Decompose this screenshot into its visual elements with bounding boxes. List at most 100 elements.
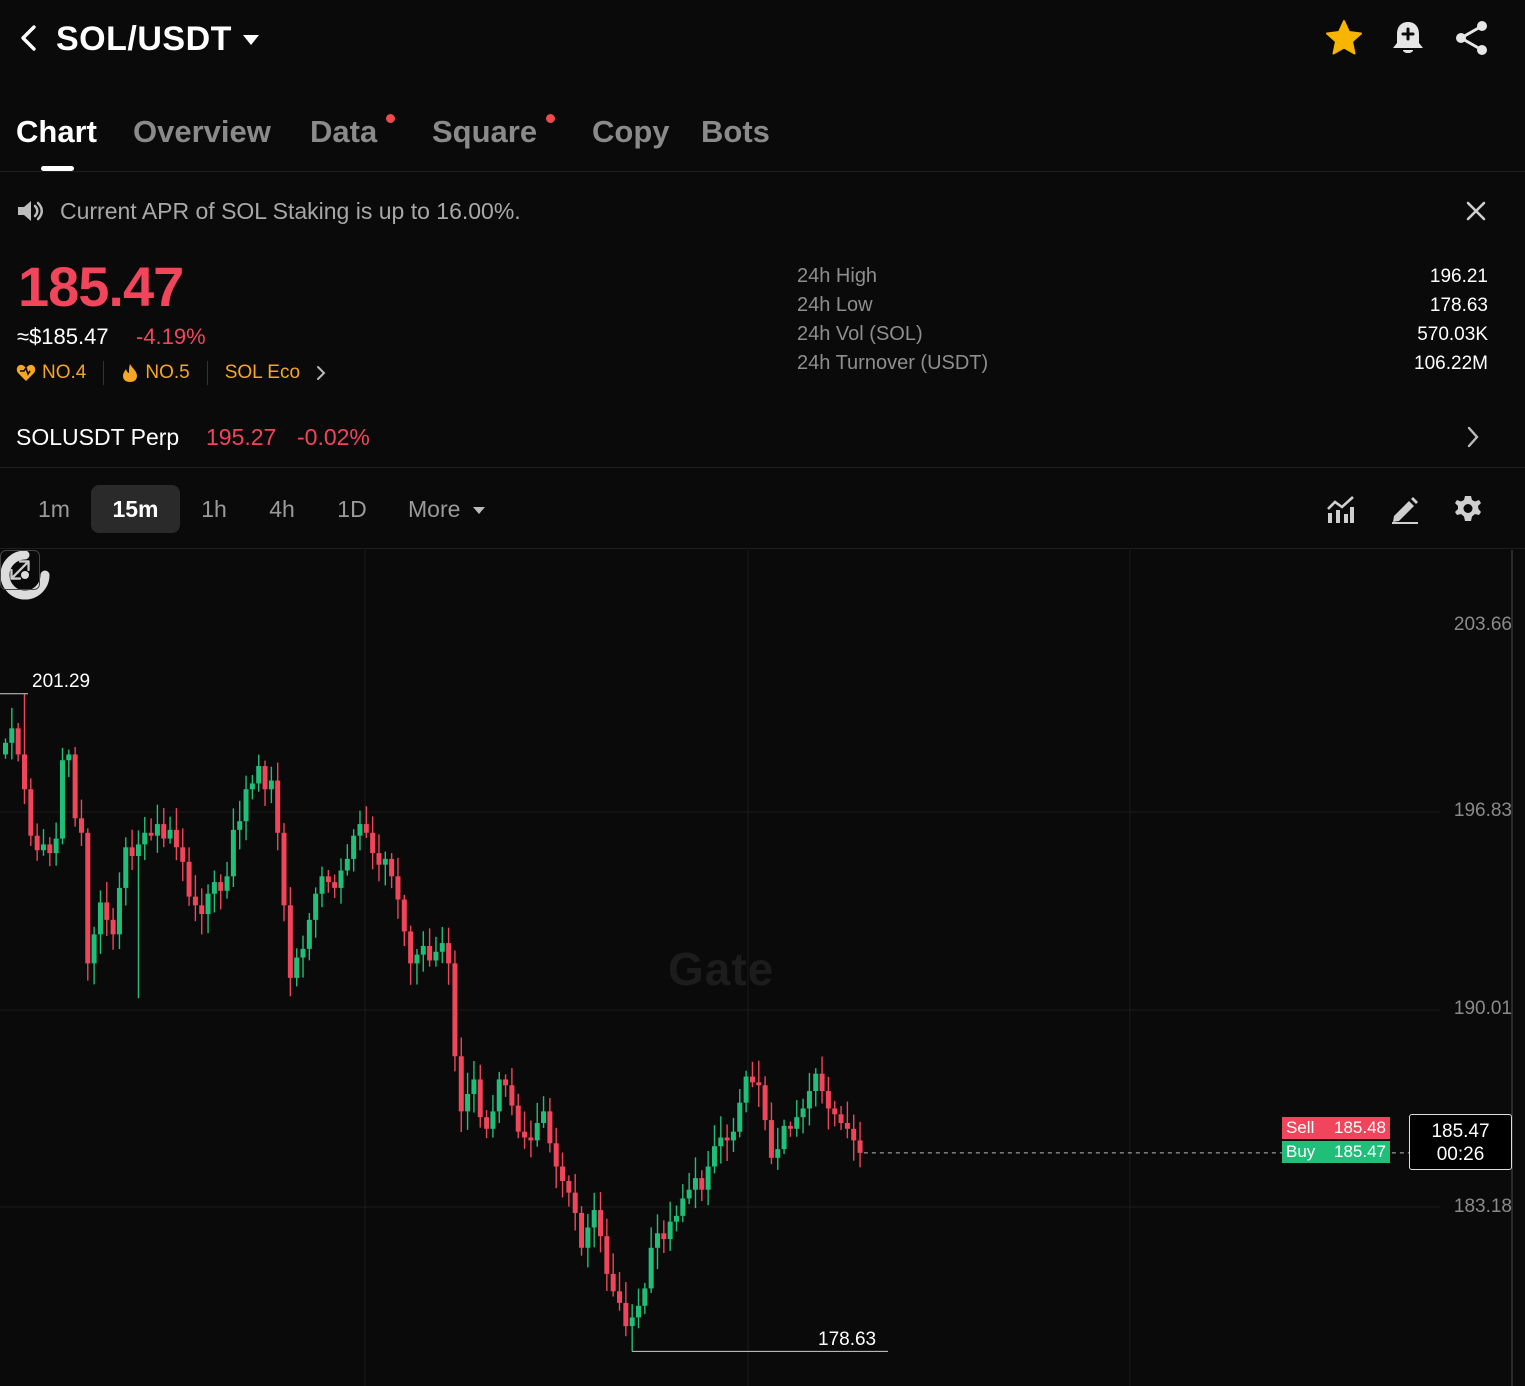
- rank-tag-no4[interactable]: NO.4: [16, 362, 86, 384]
- drawing-pencil-icon[interactable]: [1389, 493, 1421, 525]
- interval-more-label: More: [408, 496, 461, 522]
- sell-label: Sell: [1286, 1118, 1315, 1137]
- tab-data[interactable]: Data: [310, 114, 377, 150]
- candle-body: [414, 954, 420, 964]
- candle-body: [465, 1093, 471, 1112]
- candle-body: [484, 1117, 490, 1129]
- candle-body: [673, 1215, 679, 1222]
- interval-1m[interactable]: 1m: [22, 485, 86, 533]
- candle-body: [477, 1079, 483, 1118]
- candle-body: [503, 1079, 509, 1086]
- candle-body: [249, 783, 255, 790]
- stat-value-24h-turnover: 106.22M: [1414, 353, 1488, 374]
- flame-icon: [123, 364, 138, 382]
- candle-body: [420, 945, 426, 955]
- candle-body: [737, 1102, 743, 1132]
- candle-body: [59, 760, 65, 839]
- candle-body: [636, 1305, 641, 1318]
- interval-1d[interactable]: 1D: [323, 485, 381, 533]
- current-price-box: 185.47 00:26: [1409, 1114, 1512, 1170]
- candle-body: [173, 829, 179, 848]
- candle-body: [205, 893, 211, 915]
- favorite-star-icon[interactable]: [1324, 18, 1364, 58]
- candle-body: [370, 832, 376, 854]
- candle-body: [787, 1125, 793, 1129]
- candle-body: [85, 832, 91, 964]
- candle-body: [351, 835, 357, 859]
- interval-toolbar: 1m 15m 1h 4h 1D More: [0, 469, 1525, 549]
- tab-square[interactable]: Square: [432, 114, 537, 150]
- candle-body: [838, 1114, 844, 1123]
- candle-body: [598, 1210, 604, 1237]
- candle-body: [711, 1146, 717, 1167]
- candlestick-chart[interactable]: Gate 203.66 196.83 190.01 183.18 201.29 …: [0, 550, 1525, 1386]
- candle-body: [756, 1082, 762, 1086]
- stat-label-24h-vol: 24h Vol (SOL): [797, 323, 923, 345]
- tag-divider: [103, 361, 105, 385]
- interval-more-dropdown[interactable]: More: [398, 485, 494, 533]
- close-icon[interactable]: [1464, 199, 1488, 223]
- candle-body: [724, 1137, 730, 1141]
- tab-overview[interactable]: Overview: [133, 114, 271, 150]
- price-alert-bell-icon[interactable]: [1388, 18, 1428, 58]
- candle-body: [135, 844, 141, 856]
- candle-body: [237, 821, 243, 830]
- chevron-right-icon: [1467, 426, 1479, 448]
- current-price: 185.47: [1431, 1121, 1490, 1142]
- candle-body: [332, 882, 338, 888]
- candle-body: [376, 853, 382, 865]
- tab-bots[interactable]: Bots: [701, 114, 770, 150]
- candle-body: [433, 951, 439, 961]
- speaker-icon: [18, 201, 43, 221]
- candle-body: [123, 847, 129, 888]
- candle-body: [490, 1111, 496, 1129]
- candle-body: [541, 1111, 547, 1123]
- back-arrow-icon[interactable]: [14, 22, 46, 54]
- stat-label-24h-high: 24h High: [797, 265, 878, 287]
- y-axis-label: 196.83: [1453, 800, 1512, 821]
- sell-price: 185.48: [1334, 1118, 1386, 1137]
- perp-row[interactable]: SOLUSDT Perp 195.27 -0.02%: [0, 412, 1525, 468]
- candle-body: [749, 1076, 755, 1083]
- candle-body: [832, 1108, 838, 1115]
- candle-body: [230, 829, 236, 877]
- candle-body: [471, 1079, 477, 1094]
- candle-body: [382, 858, 388, 865]
- candle-body: [110, 919, 116, 935]
- candle-body: [262, 766, 268, 790]
- perp-name: SOLUSDT Perp: [16, 424, 180, 450]
- interval-1h[interactable]: 1h: [188, 485, 240, 533]
- candle-body: [161, 824, 167, 839]
- candle-body: [781, 1125, 787, 1150]
- pair-selector[interactable]: SOL/USDT: [56, 20, 260, 59]
- fullscreen-expand-icon[interactable]: [0, 550, 40, 590]
- rank-tag-no5[interactable]: NO.5: [121, 362, 190, 384]
- candle-body: [730, 1131, 736, 1141]
- announcement-bar[interactable]: Current APR of SOL Staking is up to 16.0…: [0, 190, 1525, 234]
- settings-gear-icon[interactable]: [1452, 493, 1484, 525]
- candle-body: [91, 934, 97, 964]
- candle-body: [389, 858, 395, 877]
- candle-body: [180, 847, 186, 862]
- tag-divider: [206, 361, 208, 385]
- indicators-icon[interactable]: [1325, 493, 1357, 525]
- share-icon[interactable]: [1452, 18, 1492, 58]
- tab-chart[interactable]: Chart: [16, 114, 97, 150]
- candle-body: [306, 919, 312, 949]
- candle-body: [72, 754, 78, 819]
- stat-value-24h-high: 196.21: [1429, 266, 1488, 287]
- interval-15m[interactable]: 15m: [91, 485, 180, 533]
- candle-body: [224, 876, 230, 891]
- candle-body: [408, 931, 414, 964]
- tab-copy[interactable]: Copy: [592, 114, 670, 150]
- candle-body: [243, 789, 249, 822]
- candle-body: [344, 858, 350, 871]
- ranking-tags: NO.4 NO.5 SOL Eco: [16, 360, 328, 386]
- candle-body: [768, 1120, 774, 1158]
- candle-body: [629, 1317, 635, 1327]
- candle-body: [452, 963, 458, 1057]
- sector-tag-sol-eco[interactable]: SOL Eco: [225, 362, 328, 384]
- rank-tag-no4-label: NO.4: [42, 362, 87, 383]
- interval-4h[interactable]: 4h: [254, 485, 310, 533]
- candle-body: [686, 1189, 692, 1199]
